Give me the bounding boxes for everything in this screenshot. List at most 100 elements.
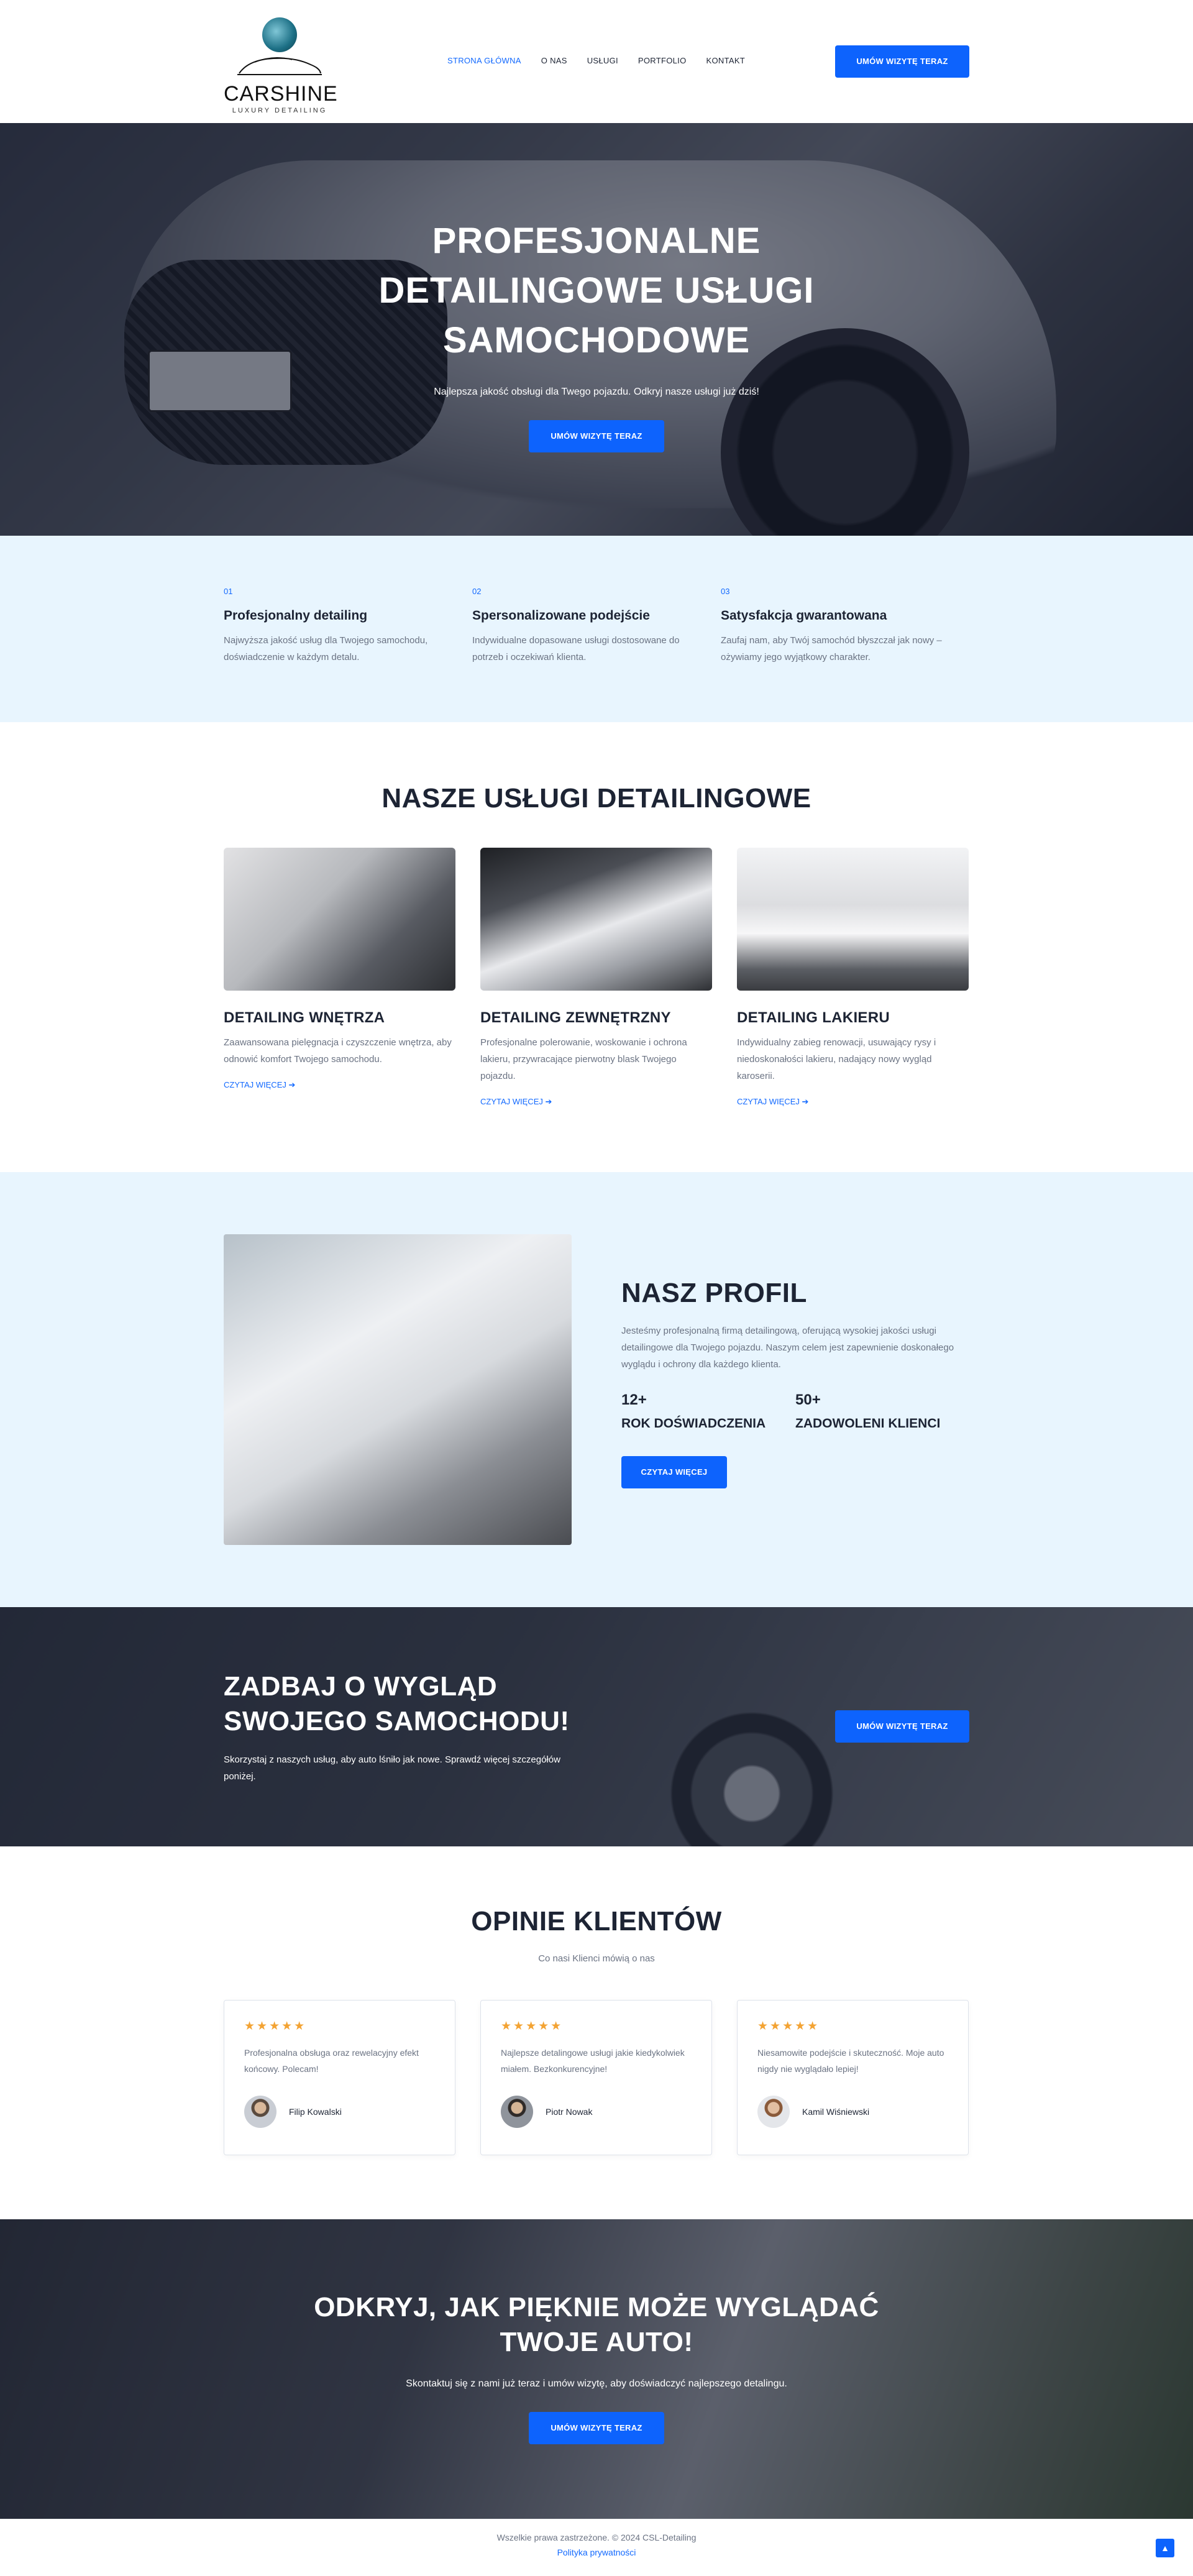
final-title-line-2: TWOJE AUTO!	[500, 2327, 693, 2357]
service-text: Zaawansowana pielęgnacja i czyszczenie w…	[224, 1037, 452, 1065]
privacy-policy-link[interactable]: Polityka prywatności	[0, 2547, 1193, 2557]
cta-text: Skorzystaj z naszych usług, aby auto lśn…	[224, 1754, 560, 1782]
hero-section: PROFESJONALNE DETAILINGOWE USŁUGI SAMOCH…	[0, 123, 1193, 536]
features-section: 01 Profesjonalny detailing Najwyższa jak…	[0, 536, 1193, 722]
final-title-line-1: ODKRYJ, JAK PIĘKNIE MOŻE WYGLĄDAĆ	[314, 2292, 879, 2322]
feature-item: 03 Satysfakcja gwarantowana Zaufaj nam, …	[721, 587, 969, 666]
feature-text: Zaufaj nam, aby Twój samochód błyszczał …	[721, 635, 942, 662]
service-read-more-link[interactable]: CZYTAJ WIĘCEJ ➔	[737, 1097, 808, 1107]
stat-item: 12+ ROK DOŚWIADCZENIA	[621, 1391, 795, 1431]
nav-contact[interactable]: KONTAKT	[706, 56, 746, 65]
hero-title-line-2: DETAILINGOWE USŁUGI	[378, 270, 815, 311]
read-more-label: CZYTAJ WIĘCEJ	[737, 1097, 800, 1106]
testimonial-text: Niesamowite podejście i skuteczność. Moj…	[757, 2048, 944, 2074]
rating-stars-icon: ★★★★★	[501, 2020, 564, 2033]
service-text: Profesjonalne polerowanie, woskowanie i …	[480, 1037, 687, 1081]
hero-book-button[interactable]: UMÓW WIZYTĘ TERAZ	[529, 420, 664, 452]
carshine-logo[interactable]: CARSHINE LUXURY DETAILING	[224, 15, 338, 114]
hero-title-line-3: SAMOCHODOWE	[442, 320, 751, 360]
logo-car-icon	[237, 57, 322, 75]
feature-item: 02 Spersonalizowane podejście Indywidual…	[472, 587, 721, 666]
service-image-exterior	[480, 848, 712, 991]
rating-stars-icon: ★★★★★	[244, 2020, 307, 2033]
cta-section: ZADBAJ O WYGLĄD SWOJEGO SAMOCHODU! Skorz…	[0, 1607, 1193, 1846]
main-nav: STRONA GŁÓWNA O NAS USŁUGI PORTFOLIO KON…	[447, 56, 745, 65]
nav-portfolio[interactable]: PORTFOLIO	[638, 56, 687, 65]
avatar	[501, 2096, 533, 2128]
service-read-more-link[interactable]: CZYTAJ WIĘCEJ ➔	[224, 1080, 295, 1090]
final-text: Skontaktuj się z nami już teraz i umów w…	[406, 2378, 787, 2389]
rating-stars-icon: ★★★★★	[757, 2020, 820, 2033]
avatar	[757, 2096, 790, 2128]
read-more-label: CZYTAJ WIĘCEJ	[224, 1080, 286, 1089]
service-card: DETAILING LAKIERU Indywidualny zabieg re…	[737, 848, 969, 1107]
feature-title: Profesjonalny detailing	[224, 608, 368, 623]
service-card: DETAILING WNĘTRZA Zaawansowana pielęgnac…	[224, 848, 455, 1107]
service-title: DETAILING WNĘTRZA	[224, 1009, 385, 1026]
testimonial-text: Profesjonalna obsługa oraz rewelacyjny e…	[244, 2048, 419, 2074]
site-footer: Wszelkie prawa zastrzeżone. © 2024 CSL-D…	[0, 2519, 1193, 2576]
hero-subtitle: Najlepsza jakość obsługi dla Twego pojaz…	[434, 387, 759, 397]
read-more-label: CZYTAJ WIĘCEJ	[480, 1097, 543, 1106]
testimonial-author: Kamil Wiśniewski	[757, 2096, 948, 2128]
scroll-to-top-button[interactable]: ▲	[1156, 2539, 1174, 2557]
service-image-paint	[737, 848, 969, 991]
arrow-right-icon: ➔	[802, 1097, 809, 1106]
cta-title: ZADBAJ O WYGLĄD SWOJEGO SAMOCHODU!	[224, 1671, 570, 1736]
stat-label: ZADOWOLENI KLIENCI	[795, 1416, 941, 1431]
feature-text: Najwyższa jakość usług dla Twojego samoc…	[224, 635, 428, 662]
feature-number: 02	[472, 587, 482, 596]
testimonial-card: ★★★★★ Profesjonalna obsługa oraz rewelac…	[224, 2000, 455, 2155]
final-title: ODKRYJ, JAK PIĘKNIE MOŻE WYGLĄDAĆ TWOJE …	[0, 2290, 1193, 2360]
arrow-right-icon: ➔	[545, 1097, 552, 1106]
profile-text: Jesteśmy profesjonalną firmą detailingow…	[621, 1326, 954, 1370]
final-book-button[interactable]: UMÓW WIZYTĘ TERAZ	[529, 2412, 664, 2444]
header-book-button[interactable]: UMÓW WIZYTĘ TERAZ	[835, 45, 969, 78]
testimonials-title: OPINIE KLIENTÓW	[471, 1906, 722, 1937]
stat-item: 50+ ZADOWOLENI KLIENCI	[795, 1391, 969, 1431]
chevron-up-icon: ▲	[1161, 2543, 1169, 2553]
hero-content: PROFESJONALNE DETAILINGOWE USŁUGI SAMOCH…	[0, 216, 1193, 452]
author-name: Filip Kowalski	[289, 2107, 342, 2117]
author-name: Kamil Wiśniewski	[802, 2107, 870, 2117]
stat-value: 50+	[795, 1391, 821, 1408]
cta-book-button[interactable]: UMÓW WIZYTĘ TERAZ	[835, 1710, 969, 1743]
testimonial-card: ★★★★★ Niesamowite podejście i skutecznoś…	[737, 2000, 969, 2155]
arrow-right-icon: ➔	[288, 1080, 296, 1089]
stat-label: ROK DOŚWIADCZENIA	[621, 1416, 766, 1431]
stat-value: 12+	[621, 1391, 647, 1408]
avatar	[244, 2096, 277, 2128]
profile-section: NASZ PROFIL Jesteśmy profesjonalną firmą…	[0, 1172, 1193, 1607]
service-text: Indywidualny zabieg renowacji, usuwający…	[737, 1037, 936, 1081]
author-name: Piotr Nowak	[546, 2107, 593, 2117]
nav-about[interactable]: O NAS	[541, 56, 567, 65]
profile-read-more-button[interactable]: CZYTAJ WIĘCEJ	[621, 1456, 727, 1488]
services-title: NASZE USŁUGI DETAILINGOWE	[382, 783, 811, 814]
nav-services[interactable]: USŁUGI	[587, 56, 618, 65]
profile-car-image	[224, 1234, 572, 1545]
nav-home[interactable]: STRONA GŁÓWNA	[447, 56, 521, 65]
testimonial-author: Filip Kowalski	[244, 2096, 435, 2128]
testimonials-section: OPINIE KLIENTÓW Co nasi Klienci mówią o …	[0, 1846, 1193, 2219]
service-read-more-link[interactable]: CZYTAJ WIĘCEJ ➔	[480, 1097, 552, 1107]
profile-stats: 12+ ROK DOŚWIADCZENIA 50+ ZADOWOLENI KLI…	[621, 1391, 969, 1431]
site-header: CARSHINE LUXURY DETAILING STRONA GŁÓWNA …	[0, 0, 1193, 123]
feature-text: Indywidualne dopasowane usługi dostosowa…	[472, 635, 680, 662]
service-title: DETAILING ZEWNĘTRZNY	[480, 1009, 671, 1026]
service-title: DETAILING LAKIERU	[737, 1009, 890, 1026]
footer-copyright: Wszelkie prawa zastrzeżone. © 2024 CSL-D…	[496, 2532, 697, 2542]
services-section: NASZE USŁUGI DETAILINGOWE DETAILING WNĘT…	[0, 722, 1193, 1172]
testimonial-author: Piotr Nowak	[501, 2096, 692, 2128]
service-image-interior	[224, 848, 455, 991]
testimonials-subtitle: Co nasi Klienci mówią o nas	[538, 1953, 655, 1964]
hero-title-line-1: PROFESJONALNE	[432, 221, 761, 261]
final-cta-section: ODKRYJ, JAK PIĘKNIE MOŻE WYGLĄDAĆ TWOJE …	[0, 2219, 1193, 2519]
logo-name: CARSHINE	[224, 82, 338, 106]
feature-title: Spersonalizowane podejście	[472, 608, 650, 623]
testimonial-text: Najlepsze detalingowe usługi jakie kiedy…	[501, 2048, 685, 2074]
testimonial-card: ★★★★★ Najlepsze detalingowe usługi jakie…	[480, 2000, 712, 2155]
logo-emblem-icon	[262, 17, 297, 52]
final-content: ODKRYJ, JAK PIĘKNIE MOŻE WYGLĄDAĆ TWOJE …	[0, 2290, 1193, 2444]
service-card: DETAILING ZEWNĘTRZNY Profesjonalne poler…	[480, 848, 712, 1107]
logo-tagline: LUXURY DETAILING	[232, 107, 327, 114]
